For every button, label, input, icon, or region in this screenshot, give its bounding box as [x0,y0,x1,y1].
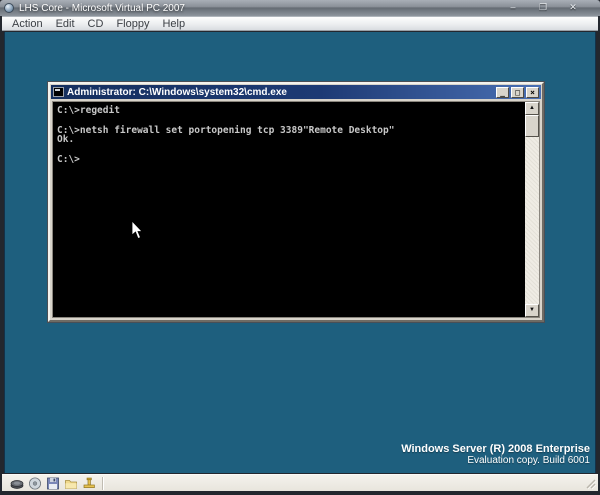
evaluation-build: Evaluation copy. Build 6001 [401,455,590,467]
virtual-pc-window: { "window": { "title": "LHS Core - Micro… [0,0,600,495]
menu-floppy[interactable]: Floppy [116,18,149,30]
edition-watermark: Windows Server (R) 2008 Enterprise Evalu… [401,443,590,467]
status-bar [2,474,598,491]
floppy-icon[interactable] [46,477,60,490]
cmd-maximize-button[interactable]: □ [511,87,524,98]
close-button[interactable]: ✕ [566,1,580,14]
statusbar-separator [102,477,104,490]
menu-help[interactable]: Help [162,18,185,30]
menu-cd[interactable]: CD [88,18,104,30]
cd-drive-icon[interactable] [28,477,42,490]
cmd-minimize-button[interactable]: _ [496,87,509,98]
console-output: C:\>regedit C:\>netsh firewall set porto… [57,106,394,165]
cmd-console[interactable]: C:\>regedit C:\>netsh firewall set porto… [52,101,540,318]
vm-desktop[interactable]: Administrator: C:\Windows\system32\cmd.e… [4,32,596,473]
network-icon[interactable] [82,477,96,490]
menu-bar: Action Edit CD Floppy Help [2,16,598,31]
window-title: LHS Core - Microsoft Virtual PC 2007 [19,3,185,14]
shared-folders-icon[interactable] [64,477,78,490]
minimize-button[interactable]: – [506,1,520,14]
menu-edit[interactable]: Edit [56,18,75,30]
mouse-cursor-icon [131,221,143,240]
menu-action[interactable]: Action [12,18,43,30]
scroll-down-icon[interactable]: ▼ [525,304,539,317]
maximize-button[interactable]: ❐ [536,1,550,14]
window-titlebar[interactable]: LHS Core - Microsoft Virtual PC 2007 – ❐… [0,0,600,16]
window-caption-buttons: – ❐ ✕ [506,1,580,14]
cmd-caption-buttons: _ □ × [496,87,539,98]
cmd-prompt-icon [53,87,64,97]
cmd-title: Administrator: C:\Windows\system32\cmd.e… [67,87,287,98]
cmd-close-button[interactable]: × [526,87,539,98]
cmd-titlebar[interactable]: Administrator: C:\Windows\system32\cmd.e… [51,85,541,99]
scroll-up-icon[interactable]: ▲ [525,102,539,115]
cmd-scrollbar[interactable]: ▲ ▼ [525,102,539,317]
edition-name: Windows Server (R) 2008 Enterprise [401,443,590,455]
scrollbar-thumb[interactable] [525,115,539,137]
resize-grip-icon[interactable] [584,477,597,490]
virtual-pc-logo-icon [4,3,14,13]
hard-disk-icon[interactable] [10,477,24,490]
cmd-window[interactable]: Administrator: C:\Windows\system32\cmd.e… [48,82,544,322]
